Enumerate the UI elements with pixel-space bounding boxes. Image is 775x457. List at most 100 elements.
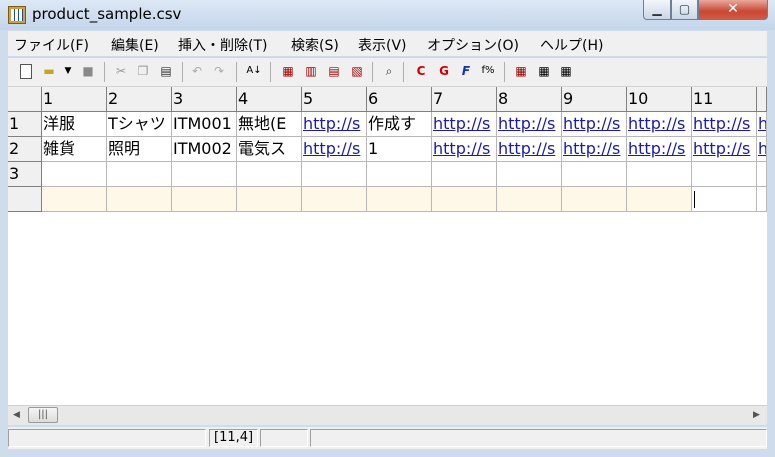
row-header[interactable]: 2	[8, 137, 42, 162]
dropdown-arrow-icon[interactable]: ▼	[60, 63, 76, 79]
maximize-button[interactable]: ▢	[671, 0, 698, 20]
recalc-all-icon[interactable]: G	[436, 63, 452, 79]
close-button[interactable]: ✕	[698, 0, 768, 20]
new-row-cell[interactable]	[302, 187, 367, 212]
delete-column-icon[interactable]: ▧	[349, 63, 365, 79]
spreadsheet-grid[interactable]: 1 2 3 4 5 6 7 8 9 10 11 1 2 3 洋服 Tシャツ IT…	[8, 87, 767, 405]
grid-cell-link[interactable]: http://s	[692, 137, 757, 162]
grid-cell[interactable]: Tシャツ	[107, 112, 172, 137]
sort-icon[interactable]: A↓	[246, 63, 262, 79]
grid-cell[interactable]: ITM002	[172, 137, 237, 162]
corner-header[interactable]	[8, 87, 42, 112]
row-header[interactable]: 1	[8, 112, 42, 137]
grid-cell[interactable]: ITM001	[172, 112, 237, 137]
grid-cell[interactable]	[627, 162, 692, 187]
grid-cell[interactable]: 洋服	[42, 112, 107, 137]
minimize-button[interactable]: ▁	[643, 0, 671, 20]
grid-cell-link[interactable]: http://s	[562, 137, 627, 162]
new-row-cell[interactable]	[432, 187, 497, 212]
column-header[interactable]	[757, 87, 767, 112]
table-view-icon[interactable]: ▦	[513, 63, 529, 79]
menu-insert-delete[interactable]: 挿入・削除(T)	[178, 35, 267, 55]
grid-cell-link[interactable]: http://s	[497, 112, 562, 137]
cut-icon[interactable]: ✂	[113, 63, 129, 79]
new-row-cell[interactable]	[237, 187, 302, 212]
open-folder-icon[interactable]: ▬	[41, 63, 57, 79]
scroll-right-icon[interactable]: ▶	[748, 406, 765, 425]
scroll-left-icon[interactable]: ◀	[8, 406, 25, 425]
new-row-cell[interactable]	[627, 187, 692, 212]
new-file-icon[interactable]	[20, 64, 32, 79]
title-bar[interactable]: product_sample.csv ▁ ▢ ✕	[0, 0, 775, 30]
grid-cell[interactable]: 作成す	[367, 112, 432, 137]
grid-cell[interactable]: 1	[367, 137, 432, 162]
grid-cell[interactable]: 無地(E	[237, 112, 302, 137]
insert-row-icon[interactable]: ▦	[280, 63, 296, 79]
new-row-cell[interactable]	[497, 187, 562, 212]
menu-options[interactable]: オプション(O)	[427, 35, 519, 55]
grid-cell[interactable]: 照明	[107, 137, 172, 162]
grid-cell-link[interactable]: http://s	[627, 137, 692, 162]
grid-cell[interactable]: 電気ス	[237, 137, 302, 162]
column-header[interactable]: 5	[302, 87, 367, 112]
grid-cell-link[interactable]: http://s	[302, 112, 367, 137]
grid-cell[interactable]	[42, 162, 107, 187]
grid-cell-link[interactable]: h	[757, 112, 767, 137]
copy-icon[interactable]: ❐	[135, 63, 151, 79]
grid-cell[interactable]	[237, 162, 302, 187]
menu-file[interactable]: ファイル(F)	[14, 35, 89, 55]
find-icon[interactable]: ⌕	[381, 63, 397, 79]
new-row-cell[interactable]	[172, 187, 237, 212]
column-header[interactable]: 6	[367, 87, 432, 112]
menu-search[interactable]: 検索(S)	[291, 35, 339, 55]
grid-cell-link[interactable]: http://s	[302, 137, 367, 162]
grid-cell[interactable]	[302, 162, 367, 187]
grid-cell[interactable]	[172, 162, 237, 187]
column-header[interactable]: 3	[172, 87, 237, 112]
grid-cell[interactable]	[692, 162, 757, 187]
save-icon[interactable]: ■	[80, 63, 96, 79]
grid-cell[interactable]: 雑貨	[42, 137, 107, 162]
grid-cell[interactable]	[497, 162, 562, 187]
column-header[interactable]: 11	[692, 87, 757, 112]
column-header[interactable]: 9	[562, 87, 627, 112]
column-header[interactable]: 7	[432, 87, 497, 112]
function-icon[interactable]: F	[458, 63, 474, 79]
grid-cell[interactable]	[367, 162, 432, 187]
row-header[interactable]: 3	[8, 162, 42, 187]
table-grid-icon[interactable]: ▦	[536, 63, 552, 79]
paste-icon[interactable]: ▤	[158, 63, 174, 79]
grid-cell[interactable]	[757, 162, 767, 187]
undo-icon[interactable]: ↶	[189, 63, 205, 79]
grid-cell-link[interactable]: h	[757, 137, 767, 162]
menu-edit[interactable]: 編集(E)	[111, 35, 159, 55]
grid-cell-link[interactable]: http://s	[692, 112, 757, 137]
new-row-cell[interactable]	[42, 187, 107, 212]
insert-column-icon[interactable]: ▥	[303, 63, 319, 79]
redo-icon[interactable]: ↷	[211, 63, 227, 79]
menu-view[interactable]: 表示(V)	[358, 35, 407, 55]
grid-cell[interactable]	[107, 162, 172, 187]
column-header[interactable]: 2	[107, 87, 172, 112]
grid-cell-link[interactable]: http://s	[562, 112, 627, 137]
new-row-cell[interactable]	[562, 187, 627, 212]
grid-cell-link[interactable]: http://s	[497, 137, 562, 162]
new-row-cell[interactable]	[367, 187, 432, 212]
new-row-cell[interactable]	[757, 187, 767, 212]
column-header[interactable]: 1	[42, 87, 107, 112]
active-cell[interactable]	[692, 187, 757, 212]
scrollbar-thumb[interactable]: |||	[28, 407, 58, 423]
new-row-cell[interactable]	[107, 187, 172, 212]
row-header[interactable]	[8, 187, 42, 212]
column-header[interactable]: 8	[497, 87, 562, 112]
column-header[interactable]: 10	[627, 87, 692, 112]
recalc-icon[interactable]: C	[413, 63, 429, 79]
table-alt-icon[interactable]: ▦	[558, 63, 574, 79]
grid-cell[interactable]	[432, 162, 497, 187]
delete-row-icon[interactable]: ▤	[326, 63, 342, 79]
grid-cell[interactable]	[562, 162, 627, 187]
grid-cell-link[interactable]: http://s	[432, 112, 497, 137]
formula-icon[interactable]: f%	[480, 63, 496, 79]
horizontal-scrollbar[interactable]: ◀ ||| ▶	[8, 405, 767, 425]
grid-cell-link[interactable]: http://s	[432, 137, 497, 162]
